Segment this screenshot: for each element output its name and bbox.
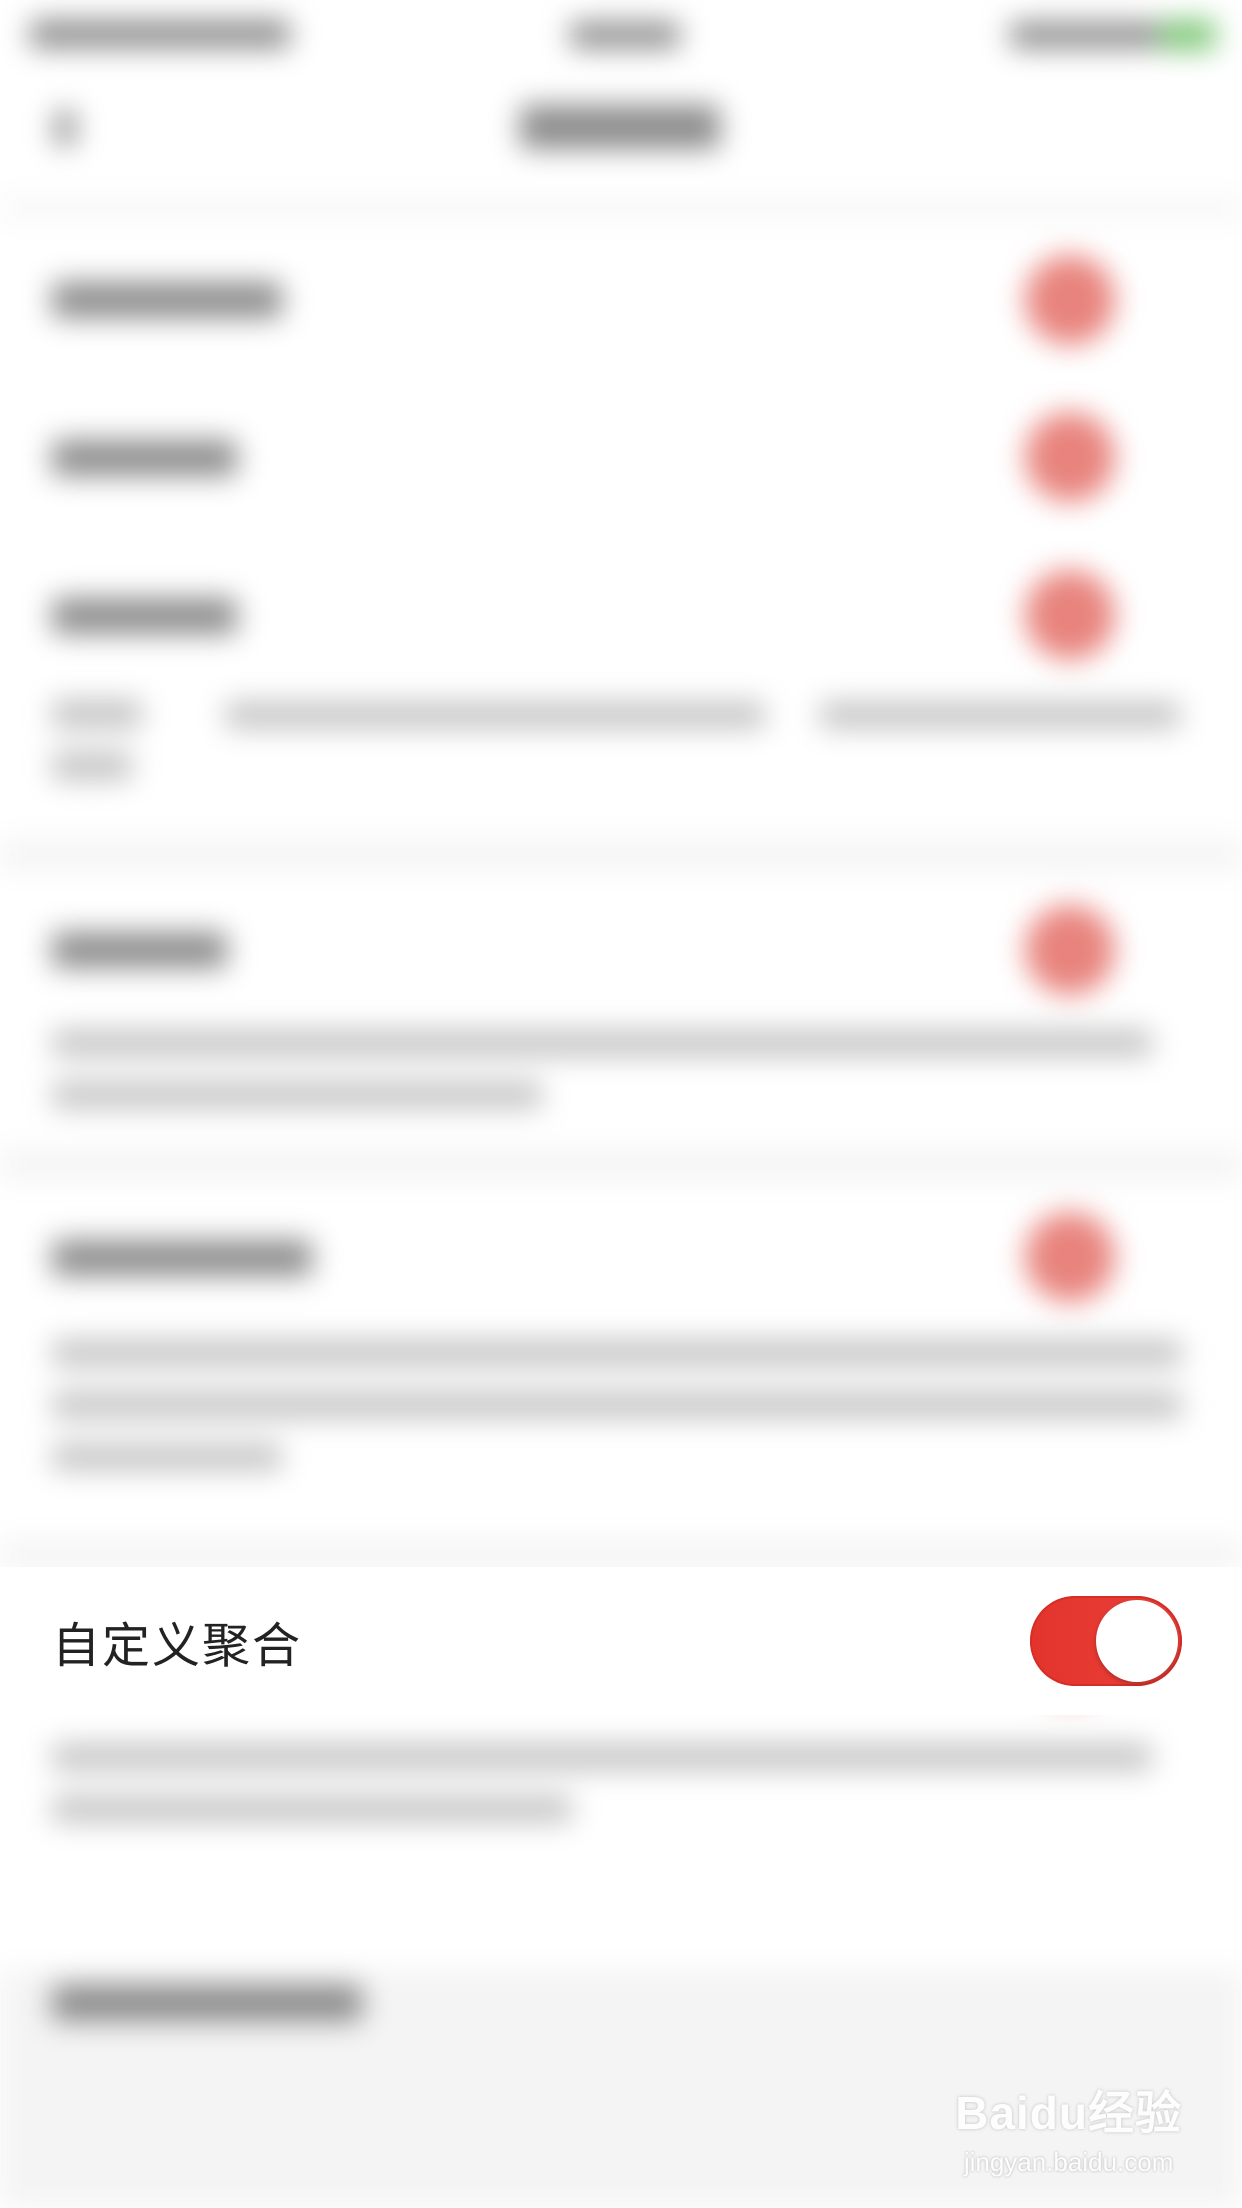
setting-label: 自定义聚合 [52,1618,303,1674]
custom-aggregation-toggle[interactable] [1030,1596,1182,1686]
watermark-logo-text: Baidu经验 [955,2087,1182,2139]
toggle-knob [1096,1600,1178,1682]
settings-screen: 自定义聚合 Baidu经验 jingyan.baidu.com [0,0,1242,2208]
setting-row-custom-aggregation[interactable]: 自定义聚合 [0,1567,1242,1715]
watermark-logo: Baidu经验 [955,2077,1182,2143]
blurred-background [0,0,1242,2208]
watermark-url: jingyan.baidu.com [963,2147,1174,2177]
baidu-watermark: Baidu经验 jingyan.baidu.com [955,2077,1182,2178]
